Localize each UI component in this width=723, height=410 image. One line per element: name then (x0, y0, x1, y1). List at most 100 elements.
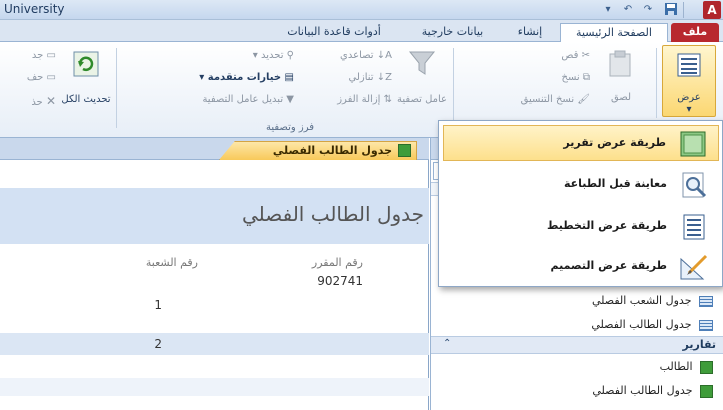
nav-item-label: جدول الشعب الفصلي (591, 294, 692, 307)
tab-external-data[interactable]: بيانات خارجية (405, 23, 500, 42)
window-title: University (4, 2, 65, 16)
refresh-all-button[interactable]: تحديث الكل (60, 48, 112, 114)
save-record-icon: ▭ (46, 72, 56, 83)
title-bar: University ▾ ↶ ↷ A (0, 0, 723, 20)
tab-create[interactable]: إنشاء (505, 23, 555, 42)
selection-label: تحديد (260, 50, 284, 61)
table-icon (699, 295, 713, 307)
report-row-band (0, 333, 429, 355)
save-record-button[interactable]: حف ▭ (0, 72, 56, 83)
report-title: جدول الطالب الفصلي (241, 202, 424, 226)
remove-sort-icon: ⇅ (383, 94, 392, 105)
document-tab[interactable]: جدول الطالب الفصلي (219, 141, 417, 160)
table-icon (699, 319, 713, 331)
sort-ascending-icon: ↓A (376, 50, 392, 61)
paste-button[interactable]: لصق (594, 48, 648, 114)
sort-ascending-button[interactable]: تصاعدي ↓A (300, 50, 392, 61)
tab-file[interactable]: ملف (671, 23, 719, 42)
cell-section-number: 2 (154, 337, 162, 351)
copy-button[interactable]: نسخ ⧉ (510, 72, 591, 83)
report-icon (700, 384, 713, 398)
tab-home[interactable]: الصفحة الرئيسية (560, 23, 668, 42)
cell-course-number: 902741 (317, 274, 363, 288)
menu-item-layout-view[interactable]: طريقة عرض التخطيط (443, 209, 719, 245)
collapse-section-icon[interactable]: ⌃ (443, 338, 451, 349)
column-header-section: رقم الشعبة (145, 256, 198, 269)
nav-item-report[interactable]: جدول الطالب الفصلي (592, 384, 713, 398)
format-painter-label: نسخ التنسيق (520, 94, 575, 105)
new-record-label: جد (31, 50, 44, 61)
toggle-filter-button[interactable]: تبديل عامل التصفية ▼ (130, 94, 294, 105)
funnel-icon (408, 51, 436, 75)
delete-record-button[interactable]: حذ ✕ (0, 94, 56, 108)
nav-item-label: جدول الطالب الفصلي (592, 384, 693, 397)
selection-filter-icon: ⚲ (286, 50, 294, 61)
document-tab-bar: جدول الطالب الفصلي (0, 138, 429, 160)
view-label: عرض (677, 92, 701, 103)
report-header: جدول الطالب الفصلي (0, 188, 429, 244)
refresh-icon (73, 51, 99, 77)
paste-label: لصق (610, 92, 632, 103)
clipboard-icon (609, 50, 631, 77)
document-tab-label: جدول الطالب الفصلي (272, 144, 392, 157)
menu-item-label: طريقة عرض التصميم (550, 259, 667, 272)
undo-icon[interactable]: ↶ (620, 2, 636, 18)
nav-item-report[interactable]: الطالب (660, 360, 713, 374)
view-button[interactable]: عرض ▾ (662, 45, 716, 117)
copy-icon: ⧉ (582, 72, 590, 83)
delete-record-label: حذ (31, 97, 43, 108)
report-area: جدول الطالب الفصلي جدول الطالب الفصلي رق… (0, 138, 429, 410)
cell-section-number: 1 (154, 298, 162, 312)
filter-button[interactable]: عامل تصفية (397, 48, 447, 114)
menu-item-report-view[interactable]: طريقة عرض تقرير (443, 125, 719, 161)
qat-separator (683, 2, 684, 18)
delete-icon: ✕ (45, 94, 56, 108)
redo-icon[interactable]: ↷ (640, 2, 656, 18)
nav-item-label: جدول الطالب الفصلي (591, 318, 692, 331)
design-view-icon (680, 254, 708, 280)
chevron-down-icon: ▾ (199, 72, 205, 83)
remove-sort-label: إزالة الفرز (337, 94, 381, 105)
report-icon (700, 360, 713, 374)
advanced-filter-icon: ▤ (284, 72, 294, 83)
nav-item-label: الطالب (659, 360, 693, 373)
ribbon-tabs: ملف الصفحة الرئيسية إنشاء بيانات خارجية … (0, 20, 723, 42)
cut-button[interactable]: قص ✂ (510, 50, 590, 61)
ribbon-separator (656, 48, 657, 118)
report-row-band (0, 378, 429, 396)
save-icon[interactable] (663, 2, 679, 18)
advanced-button[interactable]: ▾ خيارات متقدمة ▤ (150, 72, 294, 83)
cut-label: قص (561, 50, 579, 61)
chevron-down-icon: ▾ (686, 104, 692, 115)
new-record-icon: ▭ (46, 50, 56, 61)
scissors-icon: ✂ (581, 50, 590, 61)
toggle-filter-label: تبديل عامل التصفية (202, 94, 284, 105)
save-record-label: حف (26, 72, 44, 83)
copy-label: نسخ (561, 72, 580, 83)
view-dropdown-menu: طريقة عرض تقرير معاينة قبل الطباعة طريقة… (438, 120, 723, 287)
customize-qat-icon[interactable]: ▾ (600, 2, 616, 18)
menu-item-label: طريقة عرض التخطيط (546, 219, 667, 232)
new-record-button[interactable]: جد ▭ (0, 50, 56, 61)
remove-sort-button[interactable]: إزالة الفرز ⇅ (295, 94, 392, 105)
access-app-icon[interactable]: A (703, 1, 721, 19)
group-label-sort-filter: فرز وتصفية (265, 122, 315, 133)
chevron-down-icon: ▾ (252, 50, 258, 61)
tab-database-tools[interactable]: أدوات قاعدة البيانات (268, 23, 400, 42)
advanced-label: خيارات متقدمة (207, 72, 282, 83)
format-painter-button[interactable]: نسخ التنسيق 🖌 (460, 94, 590, 105)
nav-section-reports[interactable]: تقارير ⌃ (431, 336, 723, 354)
layout-view-icon (683, 214, 705, 240)
nav-section-reports-label: تقارير (682, 338, 716, 351)
selection-button[interactable]: ▾ تحديد ⚲ (190, 50, 294, 61)
nav-item-table[interactable]: جدول الشعب الفصلي (592, 294, 713, 307)
ribbon-separator (116, 48, 117, 128)
toggle-filter-icon: ▼ (286, 94, 294, 105)
menu-item-design-view[interactable]: طريقة عرض التصميم (443, 249, 719, 285)
menu-item-label: معاينة قبل الطباعة (563, 177, 667, 190)
column-header-course: رقم المقرر (311, 256, 363, 269)
sort-descending-button[interactable]: تنازلي ↓Z (300, 72, 392, 83)
menu-item-print-preview[interactable]: معاينة قبل الطباعة (443, 167, 719, 203)
descending-label: تنازلي (348, 72, 374, 83)
nav-item-table[interactable]: جدول الطالب الفصلي (591, 318, 713, 331)
